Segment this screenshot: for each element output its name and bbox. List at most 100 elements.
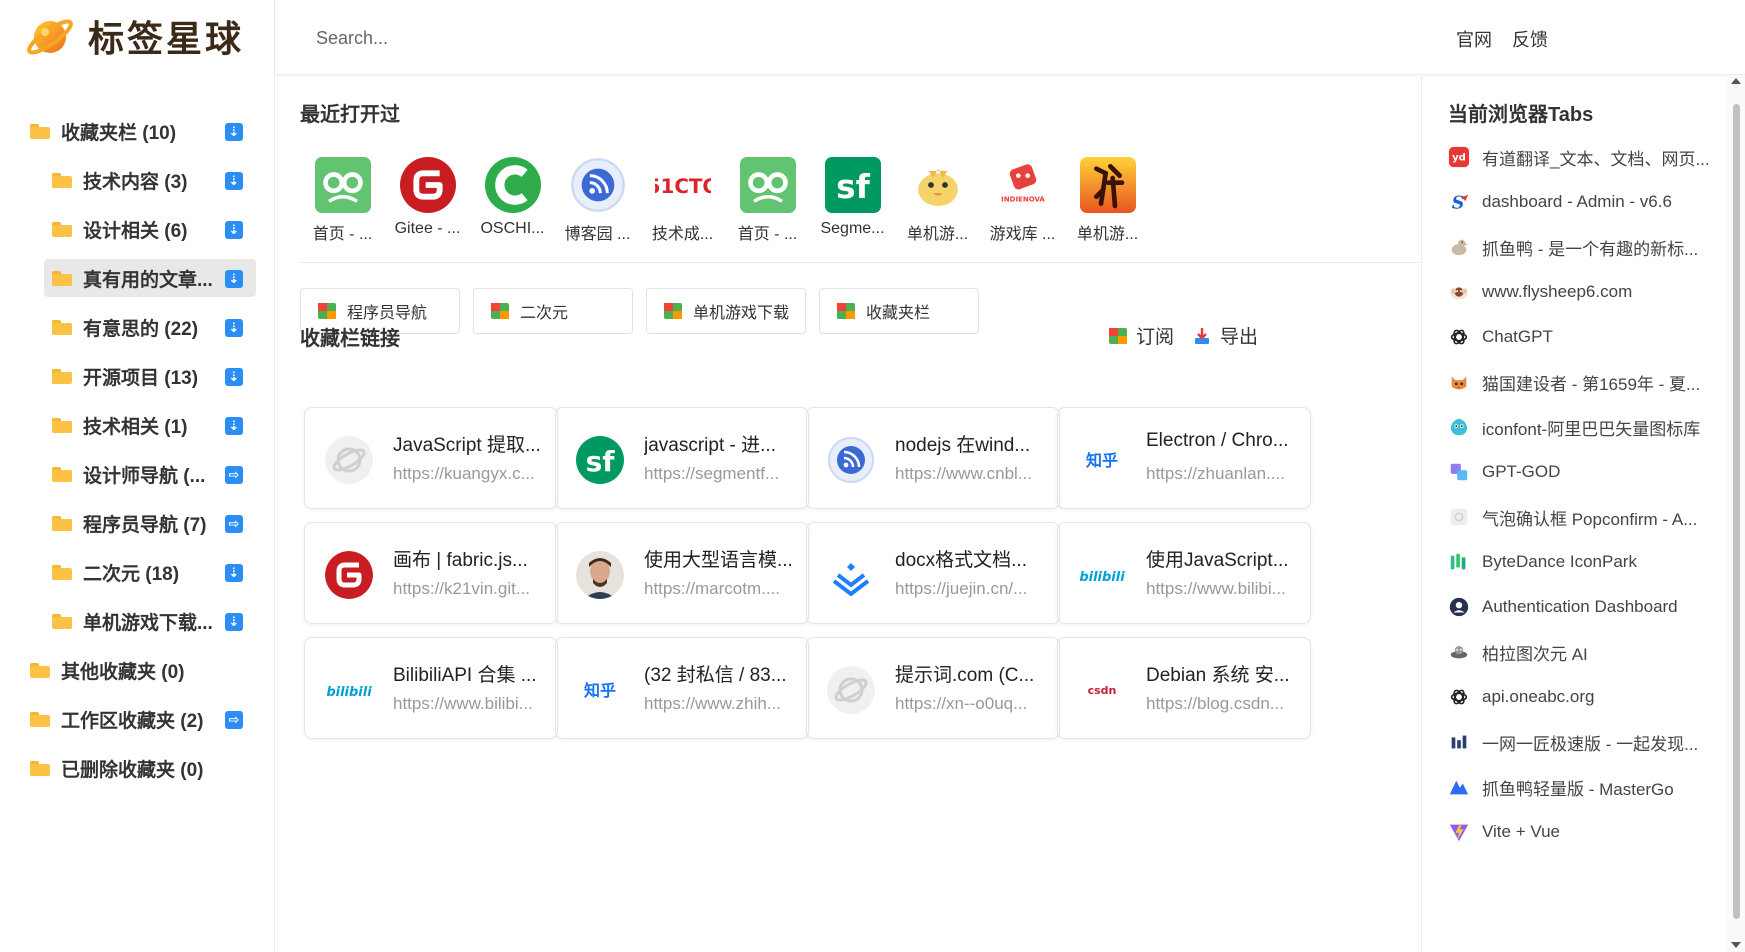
- folder-chip[interactable]: 收藏夹栏: [819, 288, 979, 334]
- sidebar-folder[interactable]: 工作区收藏夹 (2) ⇨: [0, 695, 275, 744]
- recent-site-label: 首页 - ...: [312, 226, 373, 243]
- image-icon: [664, 303, 682, 319]
- sidebar-folder[interactable]: 设计相关 (6) ⇣: [0, 205, 275, 254]
- export-button[interactable]: 导出: [1192, 322, 1258, 349]
- subscribe-button[interactable]: 订阅: [1108, 322, 1174, 349]
- bookmark-card[interactable]: 使用大型语言模... https://marcotm....: [555, 522, 809, 624]
- bookmark-card[interactable]: 知乎 (32 封私信 / 83... https://www.zhih...: [555, 637, 809, 739]
- sidebar-folder[interactable]: 其他收藏夹 (0): [0, 646, 275, 695]
- download-button[interactable]: ⇣: [225, 417, 243, 435]
- bookmark-card[interactable]: 知乎 Electron / Chro... https://zhuanlan....: [1057, 407, 1311, 509]
- browser-tab-item[interactable]: ByteDance IconPark: [1448, 547, 1718, 577]
- svg-text:S: S: [1452, 193, 1465, 213]
- download-button[interactable]: ⇣: [225, 368, 243, 386]
- cnblogs-icon: [827, 436, 875, 484]
- tab-title: 柏拉图次元 AI: [1482, 644, 1588, 664]
- gitee-icon: [325, 551, 373, 599]
- sidebar-folder[interactable]: 技术内容 (3) ⇣: [0, 156, 275, 205]
- image-icon: [318, 303, 336, 319]
- openai-icon: [1448, 326, 1470, 348]
- sidebar-folder[interactable]: 开源项目 (13) ⇣: [0, 352, 275, 401]
- browser-tab-item[interactable]: www.flysheep6.com: [1448, 277, 1718, 307]
- scrollbar[interactable]: [1726, 76, 1745, 952]
- bookmark-card[interactable]: docx格式文档... https://juejin.cn/...: [806, 522, 1060, 624]
- browser-tab-item[interactable]: Sdashboard - Admin - v6.6: [1448, 187, 1718, 217]
- scroll-thumb[interactable]: [1733, 104, 1740, 919]
- download-button[interactable]: ⇣: [225, 221, 243, 239]
- open-workspace-button[interactable]: ⇨: [225, 515, 243, 533]
- browser-tab-item[interactable]: 猫国建设者 - 第1659年 - 夏...: [1448, 367, 1718, 397]
- open-workspace-button[interactable]: ⇨: [225, 711, 243, 729]
- folder-chip[interactable]: 单机游戏下载: [646, 288, 806, 334]
- bookmark-card[interactable]: bilibili BilibiliAPI 合集 ... https://www.bi…: [304, 637, 558, 739]
- recent-site[interactable]: 首页 - ...: [300, 154, 385, 244]
- browser-tab-item[interactable]: 气泡确认框 Popconfirm - A...: [1448, 502, 1718, 532]
- browser-tab-item[interactable]: 柏拉图次元 AI: [1448, 637, 1718, 667]
- browser-tab-item[interactable]: api.oneabc.org: [1448, 682, 1718, 712]
- main-content: 最近打开过 首页 - ... Gitee - ... OSCHI... 博客园 ...…: [276, 76, 1421, 952]
- recent-site[interactable]: 首页 - ...: [725, 154, 810, 244]
- download-button[interactable]: ⇣: [225, 270, 243, 288]
- image-icon: [837, 303, 855, 319]
- bookmark-card[interactable]: 提示词.com (C... https://xn--o0uq...: [806, 637, 1060, 739]
- open-workspace-button[interactable]: ⇨: [225, 466, 243, 484]
- bookmark-card[interactable]: bilibili 使用JavaScript... https://www.bilib…: [1057, 522, 1311, 624]
- chick-icon: [907, 154, 969, 216]
- browser-tabs-panel: 当前浏览器Tabs yd 有道翻译_文本、文档、网页... Sdashboard -…: [1421, 76, 1726, 952]
- download-button[interactable]: ⇣: [225, 613, 243, 631]
- bookmark-card[interactable]: nodejs 在wind... https://www.cnbl...: [806, 407, 1060, 509]
- bookmark-card[interactable]: sf javascript - 进... https://segmentf...: [555, 407, 809, 509]
- browser-tab-item[interactable]: iconfont-阿里巴巴矢量图标库: [1448, 412, 1718, 442]
- bookmark-url: https://www.bilibi...: [1146, 579, 1286, 598]
- official-site-link[interactable]: 官网: [1456, 26, 1492, 52]
- tab-title: www.flysheep6.com: [1482, 282, 1633, 301]
- folder-icon: [52, 516, 72, 531]
- bookmark-card[interactable]: csdn Debian 系统 安... https://blog.csdn...: [1057, 637, 1311, 739]
- bookmark-card[interactable]: 画布 | fabric.js... https://k21vin.git...: [304, 522, 558, 624]
- browser-tab-item[interactable]: 抓鱼鸭轻量版 - MasterGo: [1448, 772, 1718, 802]
- sidebar-folder[interactable]: 单机游戏下载... ⇣: [0, 597, 275, 646]
- browser-tab-item[interactable]: 抓鱼鸭 - 是一个有趣的新标...: [1448, 232, 1718, 262]
- chip-label: 收藏夹栏: [866, 305, 931, 322]
- recent-site[interactable]: 单机游...: [1065, 154, 1150, 244]
- folder-chip[interactable]: 二次元: [473, 288, 633, 334]
- cnblogs-icon: [567, 154, 629, 216]
- scroll-down-arrow[interactable]: [1731, 942, 1741, 948]
- svg-text:csdn: csdn: [1088, 684, 1117, 697]
- sidebar-folder[interactable]: 技术相关 (1) ⇣: [0, 401, 275, 450]
- sidebar-folder[interactable]: 收藏夹栏 (10) ⇣: [0, 107, 275, 156]
- browser-tab-item[interactable]: Authentication Dashboard: [1448, 592, 1718, 622]
- sidebar-folder[interactable]: 设计师导航 (... ⇨: [0, 450, 275, 499]
- subscribe-label: 订阅: [1136, 327, 1175, 348]
- recent-site[interactable]: 单机游...: [895, 154, 980, 244]
- recent-site[interactable]: OSCHI...: [470, 154, 555, 244]
- app-logo[interactable]: 标签星球: [24, 10, 244, 62]
- svg-text:INDIENOVA: INDIENOVA: [1001, 195, 1045, 203]
- indienova-icon: INDIENOVA: [992, 154, 1054, 216]
- browser-tab-item[interactable]: Vite + Vue: [1448, 817, 1718, 847]
- recent-site[interactable]: INDIENOVA 游戏库 ...: [980, 154, 1065, 244]
- feedback-link[interactable]: 反馈: [1512, 26, 1548, 52]
- browser-tab-item[interactable]: 一网一匠极速版 - 一起发现...: [1448, 727, 1718, 757]
- browser-tab-item[interactable]: yd 有道翻译_文本、文档、网页...: [1448, 142, 1718, 172]
- sidebar-folder[interactable]: 已删除收藏夹 (0): [0, 744, 275, 793]
- download-button[interactable]: ⇣: [225, 564, 243, 582]
- folder-chips: 程序员导航 二次元 单机游戏下载 收藏夹栏: [300, 288, 992, 334]
- recent-site[interactable]: sf Segme...: [810, 154, 895, 244]
- browser-tab-item[interactable]: GPT-GOD: [1448, 457, 1718, 487]
- scroll-up-arrow[interactable]: [1731, 78, 1741, 84]
- download-button[interactable]: ⇣: [225, 172, 243, 190]
- download-button[interactable]: ⇣: [225, 319, 243, 337]
- recent-site[interactable]: 51CTO 技术成...: [640, 154, 725, 244]
- bookmark-title: Debian 系统 安...: [1146, 665, 1290, 686]
- browser-tab-item[interactable]: ChatGPT: [1448, 322, 1718, 352]
- sidebar-folder[interactable]: 二次元 (18) ⇣: [0, 548, 275, 597]
- sidebar-folder[interactable]: 有意思的 (22) ⇣: [0, 303, 275, 352]
- download-button[interactable]: ⇣: [225, 123, 243, 141]
- sidebar-folder[interactable]: 真有用的文章... ⇣: [0, 254, 275, 303]
- recent-site[interactable]: Gitee - ...: [385, 154, 470, 244]
- search-input[interactable]: [316, 18, 816, 58]
- bookmark-card[interactable]: JavaScript 提取... https://kuangyx.c...: [304, 407, 558, 509]
- recent-site[interactable]: 博客园 ...: [555, 154, 640, 244]
- sidebar-folder[interactable]: 程序员导航 (7) ⇨: [0, 499, 275, 548]
